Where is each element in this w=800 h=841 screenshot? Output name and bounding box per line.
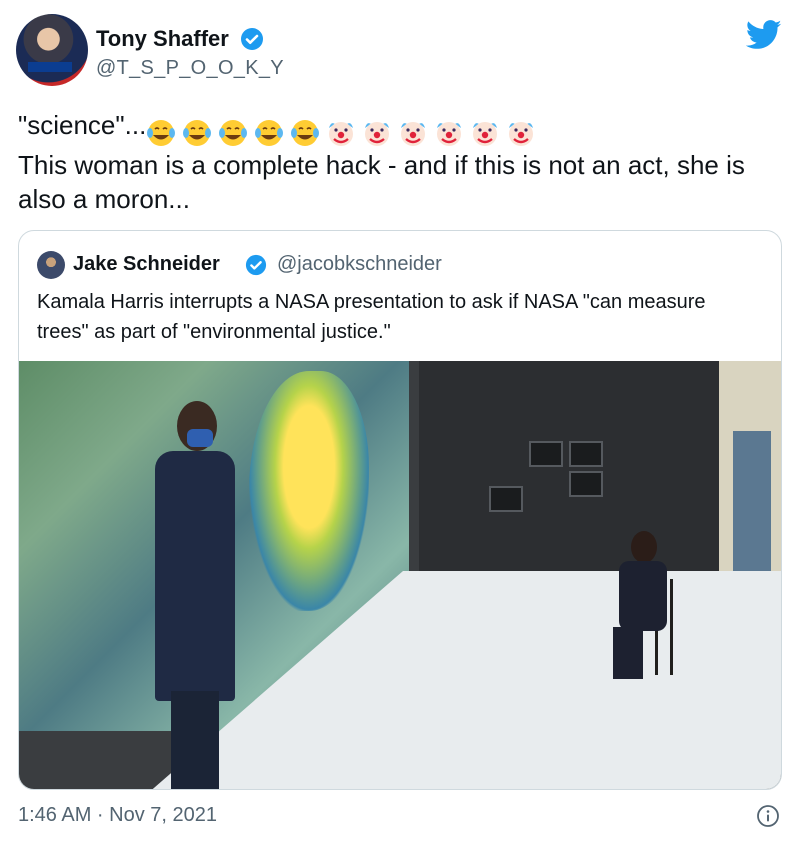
clown-face-icon bbox=[401, 122, 426, 147]
quoted-author-avatar[interactable] bbox=[37, 251, 65, 279]
clown-face-icon bbox=[509, 122, 534, 147]
clown-face-icon bbox=[329, 122, 354, 147]
quoted-tweet-video[interactable] bbox=[19, 361, 781, 789]
emoji-row bbox=[146, 114, 542, 148]
twitter-bird-icon[interactable] bbox=[746, 20, 782, 50]
face-with-tears-of-joy-icon bbox=[219, 120, 248, 147]
face-with-tears-of-joy-icon bbox=[255, 120, 284, 147]
verified-badge-icon bbox=[245, 254, 267, 276]
quoted-tweet-card[interactable]: Jake Schneider @jacobkschneider Kamala H… bbox=[18, 230, 782, 790]
face-with-tears-of-joy-icon bbox=[147, 120, 176, 147]
tweet-text-prefix: "science"... bbox=[18, 110, 147, 140]
clown-face-icon bbox=[365, 122, 390, 147]
face-with-tears-of-joy-icon bbox=[183, 120, 212, 147]
clown-face-icon bbox=[473, 122, 498, 147]
quoted-tweet-text: Kamala Harris interrupts a NASA presenta… bbox=[37, 291, 706, 343]
seated-figure bbox=[597, 531, 687, 681]
tweet-timestamp[interactable]: 1:46 AM · Nov 7, 2021 bbox=[18, 804, 217, 827]
face-with-tears-of-joy-icon bbox=[291, 120, 320, 147]
author-avatar[interactable] bbox=[16, 14, 88, 86]
author-handle[interactable]: @T_S_P_O_O_K_Y bbox=[96, 57, 284, 80]
presenter-figure bbox=[149, 401, 239, 789]
quoted-author-handle[interactable]: @jacobkschneider bbox=[277, 253, 442, 276]
clown-face-icon bbox=[437, 122, 462, 147]
verified-badge-icon bbox=[241, 28, 263, 50]
author-display-name[interactable]: Tony Shaffer bbox=[96, 26, 229, 52]
tweet-text-body: This woman is a complete hack - and if t… bbox=[18, 150, 745, 215]
tweet-text: "science"... This woman is a complete ha… bbox=[18, 108, 788, 216]
quoted-author-display-name[interactable]: Jake Schneider bbox=[73, 253, 220, 276]
info-icon[interactable] bbox=[756, 804, 780, 828]
